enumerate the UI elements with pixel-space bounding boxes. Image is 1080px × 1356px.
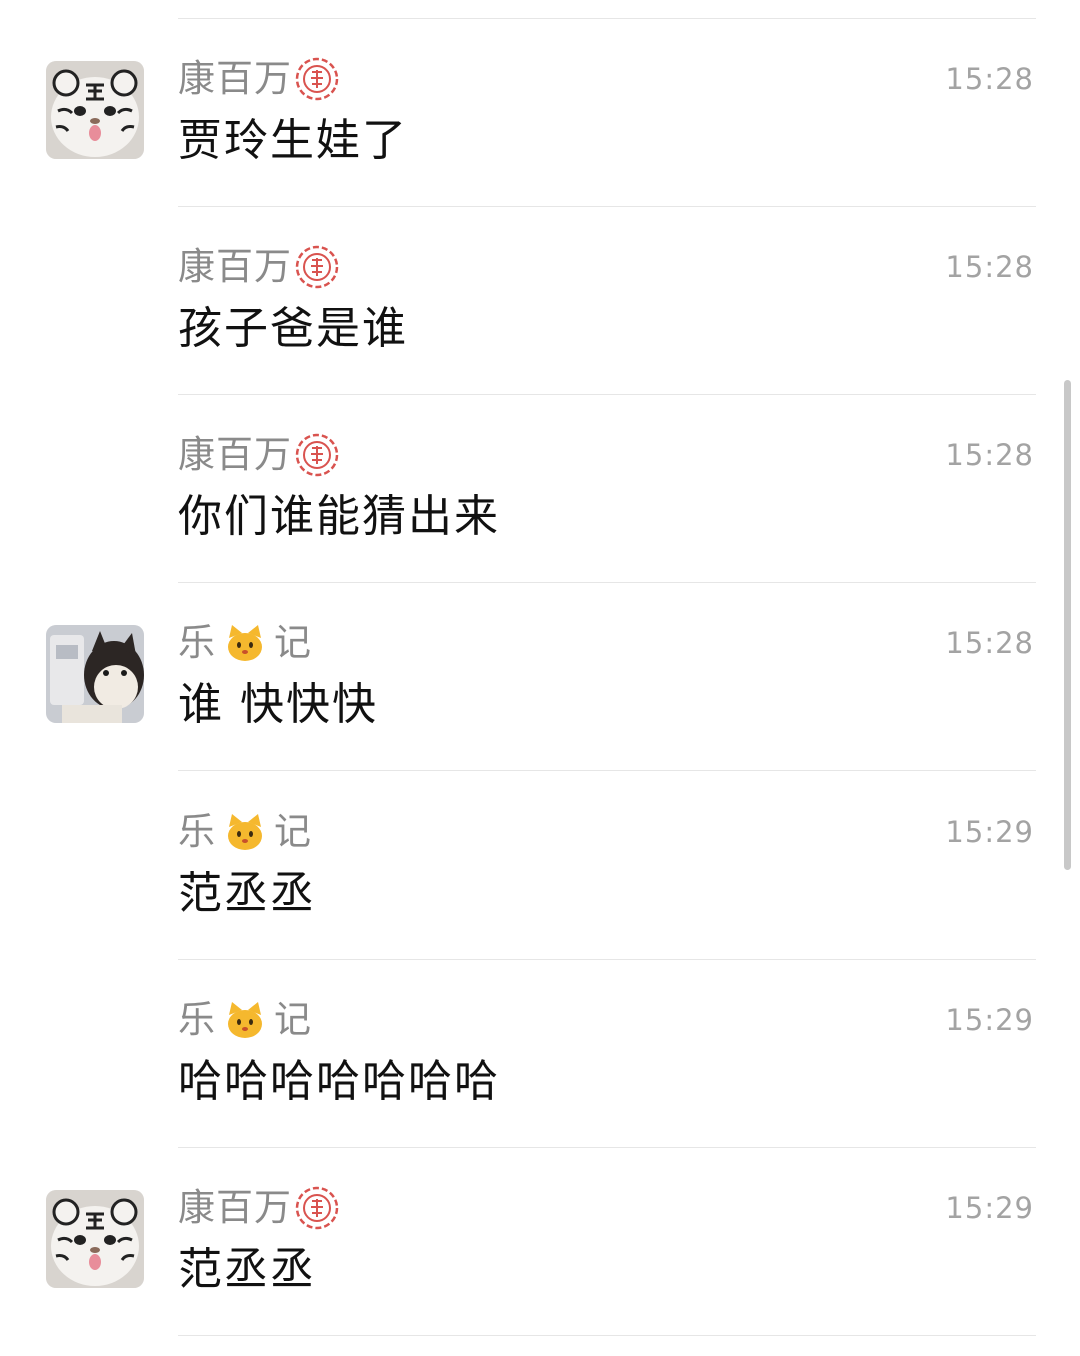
timestamp: 15:28 bbox=[945, 62, 1034, 96]
divider bbox=[178, 770, 1036, 771]
timestamp: 15:29 bbox=[945, 1191, 1034, 1225]
sender-name-second: 记 bbox=[274, 998, 312, 1041]
message-text: 范丞丞 bbox=[178, 1244, 316, 1295]
sender-name-first: 乐 bbox=[178, 998, 216, 1041]
scrollbar[interactable] bbox=[1064, 380, 1071, 870]
cat-face-icon bbox=[228, 625, 262, 661]
sender-name: 康百万 bbox=[178, 1186, 292, 1229]
message-text: 你们谁能猜出来 bbox=[178, 491, 500, 542]
divider bbox=[178, 1335, 1036, 1336]
timestamp: 15:28 bbox=[945, 626, 1034, 660]
chat-message-list[interactable]: 康百万 15:28 贾玲生娃了 康百万 15:28 孩子爸是谁 康百万 15:2… bbox=[0, 0, 1080, 1356]
message-text: 谁 快快快 bbox=[178, 679, 378, 730]
sender-row: 康百万 bbox=[178, 245, 340, 289]
sender-name-second: 记 bbox=[274, 621, 312, 664]
sender-row: 乐 记 bbox=[178, 621, 312, 665]
sender-row: 康百万 bbox=[178, 433, 340, 477]
sender-row: 乐 记 bbox=[178, 998, 312, 1042]
seal-icon bbox=[295, 245, 339, 289]
sender-row: 康百万 bbox=[178, 57, 340, 101]
sender-row: 康百万 bbox=[178, 1186, 340, 1230]
tiger-avatar[interactable] bbox=[46, 61, 144, 159]
sender-name: 康百万 bbox=[178, 433, 292, 476]
message-text: 孩子爸是谁 bbox=[178, 303, 408, 354]
sender-name: 康百万 bbox=[178, 245, 292, 288]
message-text: 贾玲生娃了 bbox=[178, 115, 408, 166]
message-item[interactable]: 康百万 15:28 你们谁能猜出来 bbox=[0, 395, 1080, 583]
message-item[interactable]: 乐 记 15:29 范丞丞 bbox=[0, 772, 1080, 960]
seal-icon bbox=[295, 433, 339, 477]
message-item[interactable]: 康百万 15:29 范丞丞 bbox=[0, 1148, 1080, 1336]
message-text: 范丞丞 bbox=[178, 868, 316, 919]
timestamp: 15:28 bbox=[945, 250, 1034, 284]
tiger-avatar[interactable] bbox=[46, 1190, 144, 1288]
cat-face-icon bbox=[228, 1002, 262, 1038]
timestamp: 15:29 bbox=[945, 1003, 1034, 1037]
sender-name-first: 乐 bbox=[178, 621, 216, 664]
timestamp: 15:29 bbox=[945, 815, 1034, 849]
seal-icon bbox=[295, 1186, 339, 1230]
cat-avatar[interactable] bbox=[46, 625, 144, 723]
seal-icon bbox=[295, 57, 339, 101]
message-item[interactable]: 康百万 15:28 贾玲生娃了 bbox=[0, 19, 1080, 207]
message-item[interactable]: 康百万 15:28 孩子爸是谁 bbox=[0, 207, 1080, 395]
message-text: 哈哈哈哈哈哈哈 bbox=[178, 1056, 500, 1107]
sender-name-second: 记 bbox=[274, 810, 312, 853]
sender-name-first: 乐 bbox=[178, 810, 216, 853]
message-item[interactable]: 乐 记 15:28 谁 快快快 bbox=[0, 583, 1080, 771]
sender-row: 乐 记 bbox=[178, 810, 312, 854]
timestamp: 15:28 bbox=[945, 438, 1034, 472]
cat-face-icon bbox=[228, 814, 262, 850]
sender-name: 康百万 bbox=[178, 57, 292, 100]
message-item[interactable]: 乐 记 15:29 哈哈哈哈哈哈哈 bbox=[0, 960, 1080, 1148]
